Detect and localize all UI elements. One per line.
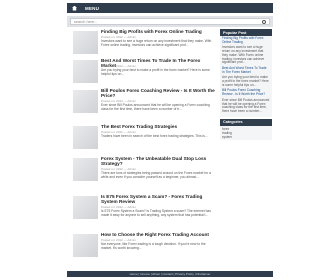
post-title[interactable]: Forex System - The Unbeatable Dual Stop … bbox=[101, 156, 216, 167]
post-item: Bill Poulos Forex Coaching Review - Is I… bbox=[67, 88, 217, 115]
post-item: Is E75 Forex System a Scam? - Forex Trad… bbox=[67, 194, 217, 221]
post-item: The Best Forex Trading Strategies Posted… bbox=[67, 124, 217, 151]
popular-post-title: Popular Post bbox=[220, 29, 272, 36]
post-item: Forex System - The Unbeatable Dual Stop … bbox=[67, 156, 217, 183]
post-title[interactable]: How to Choose the Right Forex Trading Ac… bbox=[101, 232, 216, 237]
post-thumbnail[interactable] bbox=[73, 158, 98, 181]
post-title[interactable]: The Best Forex Trading Strategies bbox=[101, 124, 216, 129]
category-link[interactable]: system bbox=[222, 135, 270, 139]
search-icon[interactable] bbox=[262, 19, 266, 24]
home-icon[interactable] bbox=[72, 5, 77, 11]
post-excerpt: Traders have been in search of the best … bbox=[101, 134, 208, 138]
categories-list: forex trading system bbox=[220, 125, 272, 140]
footer-links[interactable]: Home | Income | About | Contact | Privac… bbox=[67, 271, 273, 277]
popular-post-link[interactable]: Finding Big Profits with Forex Online Tr… bbox=[222, 36, 270, 44]
popular-post-link[interactable]: Best And Worst Times To Trade In The For… bbox=[222, 66, 270, 74]
post-excerpt: Investors want to see a huge return on a… bbox=[101, 39, 212, 48]
post-item: How to Choose the Right Forex Trading Ac… bbox=[67, 232, 217, 259]
post-thumbnail[interactable] bbox=[73, 31, 98, 54]
post-item: Best And Worst Times To Trade In The For… bbox=[67, 58, 217, 85]
categories-title: Categories bbox=[220, 118, 272, 126]
popular-post-list: Finding Big Profits with Forex Online Tr… bbox=[220, 36, 272, 117]
popular-post-excerpt: Investors want to see a huge return on a… bbox=[222, 45, 265, 65]
popular-post-link[interactable]: Bill Poulos Forex Coaching Review - Is I… bbox=[222, 88, 270, 96]
post-excerpt: There are tons of strategies being passe… bbox=[101, 171, 211, 180]
post-excerpt: Ever since Bill Poulos announced that he… bbox=[101, 103, 210, 112]
post-thumbnail[interactable] bbox=[73, 196, 98, 219]
post-excerpt: Are you trying your best to make a profi… bbox=[101, 68, 210, 77]
sidebar: Popular Post Finding Big Profits with Fo… bbox=[220, 29, 272, 140]
search-bar: search here... bbox=[67, 16, 273, 27]
search-placeholder: search here... bbox=[74, 19, 98, 24]
post-item: Finding Big Profits with Forex Online Tr… bbox=[67, 29, 217, 56]
post-thumbnail[interactable] bbox=[73, 60, 98, 83]
post-title[interactable]: Bill Poulos Forex Coaching Review - Is I… bbox=[101, 88, 216, 99]
post-thumbnail[interactable] bbox=[73, 126, 98, 149]
post-excerpt: Not everyone, like Forex trading is a to… bbox=[101, 242, 206, 251]
post-title[interactable]: Finding Big Profits with Forex Online Tr… bbox=[101, 29, 216, 34]
top-menu-bar: MENU bbox=[67, 3, 273, 13]
post-title[interactable]: Is E75 Forex System a Scam? - Forex Trad… bbox=[101, 194, 216, 205]
post-excerpt: Is E75 Forex System a Scam? Is Trading S… bbox=[101, 209, 211, 218]
post-thumbnail[interactable] bbox=[73, 90, 98, 113]
popular-post-excerpt: Ever since Bill Poulos announced that he… bbox=[222, 97, 270, 113]
post-thumbnail[interactable] bbox=[73, 234, 98, 257]
search-input[interactable]: search here... bbox=[70, 18, 270, 25]
popular-post-excerpt: Are you trying your best to make a profi… bbox=[222, 75, 269, 87]
menu-button[interactable]: MENU bbox=[85, 6, 99, 11]
